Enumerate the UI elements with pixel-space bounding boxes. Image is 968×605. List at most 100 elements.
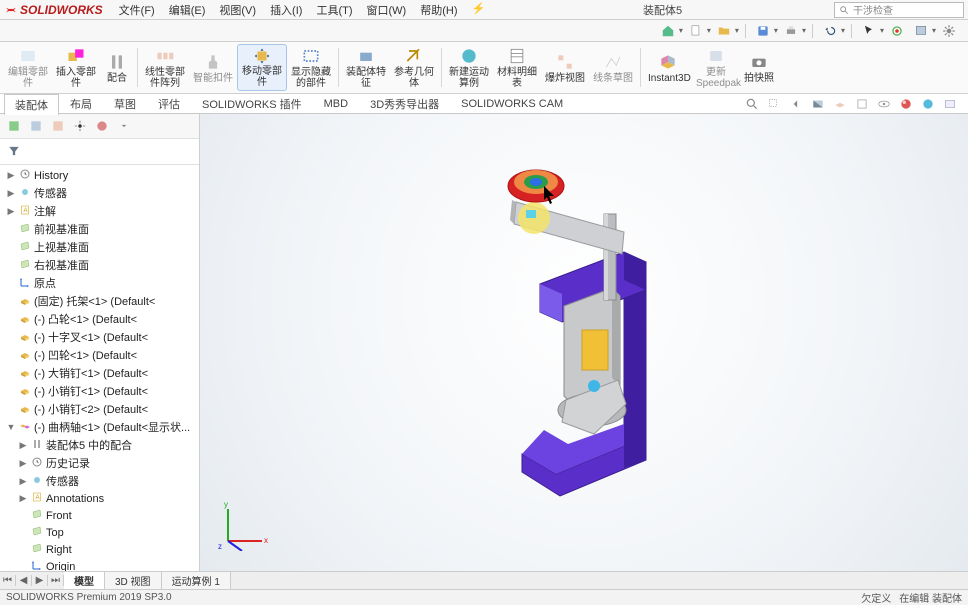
tree-item[interactable]: Origin (2, 558, 199, 571)
tab-nav-next-icon[interactable]: ▶ (32, 575, 48, 586)
tree-item[interactable]: (-) 凹轮<1> (Default< (2, 346, 199, 364)
expand-icon[interactable]: ▶ (18, 440, 28, 451)
tab-sketch[interactable]: 草图 (103, 93, 147, 114)
scene-icon[interactable] (918, 96, 938, 112)
tab-nav-last-icon[interactable]: ⏭ (48, 575, 64, 586)
rebuild-button[interactable] (886, 22, 908, 40)
tree-item[interactable]: (固定) 托架<1> (Default< (2, 292, 199, 310)
tree-item[interactable]: Right (2, 541, 199, 558)
options-button[interactable] (910, 22, 932, 40)
tree-item[interactable]: (-) 十字叉<1> (Default< (2, 328, 199, 346)
undo-button[interactable] (819, 22, 841, 40)
bottom-tab-3dview[interactable]: 3D 视图 (105, 572, 162, 589)
hide-show-icon[interactable] (874, 96, 894, 112)
tree-item[interactable]: ▼(-) 曲柄轴<1> (Default<显示状... (2, 418, 199, 436)
tree-item[interactable]: (-) 凸轮<1> (Default< (2, 310, 199, 328)
ribbon-mate[interactable]: 配合 (100, 44, 134, 91)
filter-icon[interactable] (4, 142, 24, 160)
ribbon-take-snapshot[interactable]: 拍快照 (740, 44, 778, 91)
tab-nav-prev-icon[interactable]: ◀ (16, 575, 32, 586)
display-style-icon[interactable] (852, 96, 872, 112)
menu-edit[interactable]: 编辑(E) (163, 0, 212, 20)
expand-icon[interactable]: ▶ (18, 493, 28, 504)
zoom-area-icon[interactable] (764, 96, 784, 112)
tree-item[interactable]: ▶A注解 (2, 202, 199, 220)
tab-layout[interactable]: 布局 (59, 93, 103, 114)
ribbon-bom[interactable]: 材料明细表 (493, 44, 541, 91)
tree-item[interactable]: Top (2, 524, 199, 541)
ribbon-smart-fastener[interactable]: 智能扣件 (189, 44, 237, 91)
ribbon-show-hidden[interactable]: 显示隐藏的部件 (287, 44, 335, 91)
menu-view[interactable]: 视图(V) (213, 0, 262, 20)
tab-assembly[interactable]: 装配体 (4, 94, 59, 115)
prev-view-icon[interactable] (786, 96, 806, 112)
select-button[interactable] (858, 22, 880, 40)
feature-tree[interactable]: ▶History▶传感器▶A注解前视基准面上视基准面右视基准面原点(固定) 托架… (0, 165, 199, 571)
tree-item[interactable]: (-) 小销钉<1> (Default< (2, 382, 199, 400)
ribbon-move-component[interactable]: 移动零部件 (237, 44, 287, 91)
menu-tools[interactable]: 工具(T) (310, 0, 358, 20)
tree-item[interactable]: ▶History (2, 167, 199, 184)
expand-icon[interactable]: ▶ (18, 476, 28, 487)
appearance-icon[interactable] (896, 96, 916, 112)
print-button[interactable] (780, 22, 802, 40)
expand-icon[interactable]: ▶ (6, 188, 16, 199)
tree-item[interactable]: ▶AAnnotations (2, 490, 199, 507)
ribbon-update-speedpak[interactable]: 更新Speedpak (692, 44, 740, 91)
bottom-tab-model[interactable]: 模型 (64, 572, 105, 589)
tree-item[interactable]: ▶传感器 (2, 184, 199, 202)
expand-icon[interactable]: ▶ (6, 170, 16, 181)
tree-item[interactable]: ▶传感器 (2, 472, 199, 490)
tab-nav-first-icon[interactable]: ⏮ (0, 575, 16, 586)
home-button[interactable] (657, 22, 679, 40)
menu-file[interactable]: 文件(F) (113, 0, 161, 20)
zoom-fit-icon[interactable] (742, 96, 762, 112)
config-manager-tab-icon[interactable] (48, 117, 68, 135)
tree-item[interactable]: Front (2, 507, 199, 524)
tree-item[interactable]: 右视基准面 (2, 256, 199, 274)
graphics-viewport[interactable]: y x z (200, 114, 968, 571)
new-button[interactable] (685, 22, 707, 40)
property-manager-tab-icon[interactable] (26, 117, 46, 135)
view-settings-icon[interactable] (940, 96, 960, 112)
ribbon-edit-component[interactable]: 编辑零部件 (4, 44, 52, 91)
view-orientation-icon[interactable] (830, 96, 850, 112)
tab-mbd[interactable]: MBD (313, 95, 359, 112)
tab-3dexport[interactable]: 3D秀秀导出器 (359, 93, 450, 114)
expand-icon[interactable]: ▶ (6, 206, 16, 217)
dimxpert-tab-icon[interactable] (70, 117, 90, 135)
settings-button[interactable] (938, 22, 960, 40)
ribbon-linear-pattern[interactable]: 线性零部件阵列 (141, 44, 189, 91)
tree-item[interactable]: ▶装配体5 中的配合 (2, 436, 199, 454)
menu-extra[interactable]: ⚡ (466, 0, 492, 20)
feature-tree-tab-icon[interactable] (4, 117, 24, 135)
ribbon-ref-geometry[interactable]: 参考几何体 (390, 44, 438, 91)
expand-icon[interactable]: ▼ (6, 422, 16, 432)
ribbon-new-motion-study[interactable]: 新建运动算例 (445, 44, 493, 91)
tab-addins[interactable]: SOLIDWORKS 插件 (191, 93, 313, 114)
tree-item[interactable]: 上视基准面 (2, 238, 199, 256)
tree-item[interactable]: (-) 大销钉<1> (Default< (2, 364, 199, 382)
tree-item[interactable]: 前视基准面 (2, 220, 199, 238)
ribbon-insert-component[interactable]: 插入零部件 (52, 44, 100, 91)
expand-icon[interactable]: ▶ (18, 458, 28, 469)
tab-evaluate[interactable]: 评估 (147, 93, 191, 114)
ribbon-exploded-view[interactable]: 爆炸视图 (541, 44, 589, 91)
ribbon-line-sketch[interactable]: 线条草图 (589, 44, 637, 91)
open-button[interactable] (713, 22, 735, 40)
save-button[interactable] (752, 22, 774, 40)
tree-item[interactable]: 原点 (2, 274, 199, 292)
menu-insert[interactable]: 插入(I) (264, 0, 308, 20)
tree-item[interactable]: (-) 小销钉<2> (Default< (2, 400, 199, 418)
search-box[interactable]: 干涉检查 (834, 2, 964, 18)
tree-item[interactable]: ▶历史记录 (2, 454, 199, 472)
menu-help[interactable]: 帮助(H) (414, 0, 463, 20)
ribbon-instant3d[interactable]: Instant3D (644, 44, 692, 91)
menu-window[interactable]: 窗口(W) (361, 0, 413, 20)
display-manager-tab-icon[interactable] (92, 117, 112, 135)
ribbon-assembly-feature[interactable]: 装配体特征 (342, 44, 390, 91)
panel-more-icon[interactable] (114, 117, 134, 135)
section-view-icon[interactable] (808, 96, 828, 112)
bottom-tab-motion-study[interactable]: 运动算例 1 (162, 572, 231, 589)
tab-cam[interactable]: SOLIDWORKS CAM (450, 95, 574, 112)
